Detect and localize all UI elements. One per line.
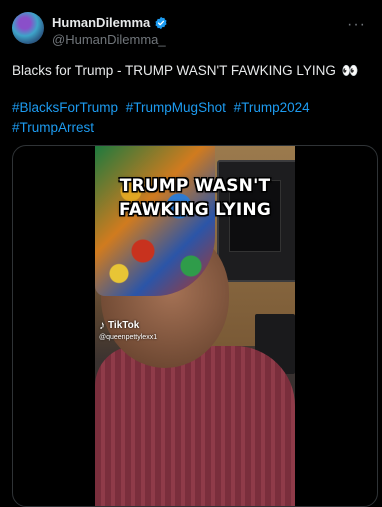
caption-line: FAWKING LYING bbox=[118, 200, 271, 220]
hashtag-list: #BlacksForTrump #TrumpMugShot #Trump2024… bbox=[12, 98, 370, 138]
tiktok-username: @queenpettylexx1 bbox=[99, 334, 158, 341]
avatar[interactable] bbox=[12, 12, 44, 44]
caption-line: TRUMP WASN'T bbox=[119, 176, 271, 196]
eyes-emoji-icon: 👀 bbox=[341, 63, 359, 79]
tweet-body: Blacks for Trump - TRUMP WASN'T FAWKING … bbox=[12, 63, 336, 78]
display-name[interactable]: HumanDilemma bbox=[52, 15, 150, 30]
verified-badge-icon bbox=[155, 16, 167, 29]
more-options-icon[interactable]: ··· bbox=[347, 16, 366, 34]
tweet-header: HumanDilemma @HumanDilemma_ ··· bbox=[12, 12, 370, 52]
display-name-row: HumanDilemma bbox=[52, 15, 168, 30]
hashtag-link[interactable]: #TrumpMugShot bbox=[126, 100, 226, 115]
author-handle[interactable]: @HumanDilemma_ bbox=[52, 32, 168, 47]
tiktok-watermark: ♪ TikTok @queenpettylexx1 bbox=[99, 318, 157, 341]
author-names: HumanDilemma @HumanDilemma_ bbox=[52, 15, 168, 47]
video-caption: TRUMP WASN'T FAWKING LYING bbox=[95, 174, 295, 222]
video-media-card[interactable]: TRUMP WASN'T FAWKING LYING ♪ TikTok @que… bbox=[12, 145, 378, 507]
tweet-text: Blacks for Trump - TRUMP WASN'T FAWKING … bbox=[12, 62, 370, 80]
tiktok-brand-row: ♪ TikTok bbox=[99, 318, 157, 332]
hashtag-link[interactable]: #BlacksForTrump bbox=[12, 100, 118, 115]
tiktok-note-icon: ♪ bbox=[99, 318, 105, 332]
video-frame[interactable]: TRUMP WASN'T FAWKING LYING ♪ TikTok @que… bbox=[95, 146, 295, 506]
tiktok-brand: TikTok bbox=[108, 319, 140, 331]
hashtag-link[interactable]: #TrumpArrest bbox=[12, 120, 94, 135]
hashtag-link[interactable]: #Trump2024 bbox=[234, 100, 310, 115]
person-sweater bbox=[95, 346, 295, 506]
